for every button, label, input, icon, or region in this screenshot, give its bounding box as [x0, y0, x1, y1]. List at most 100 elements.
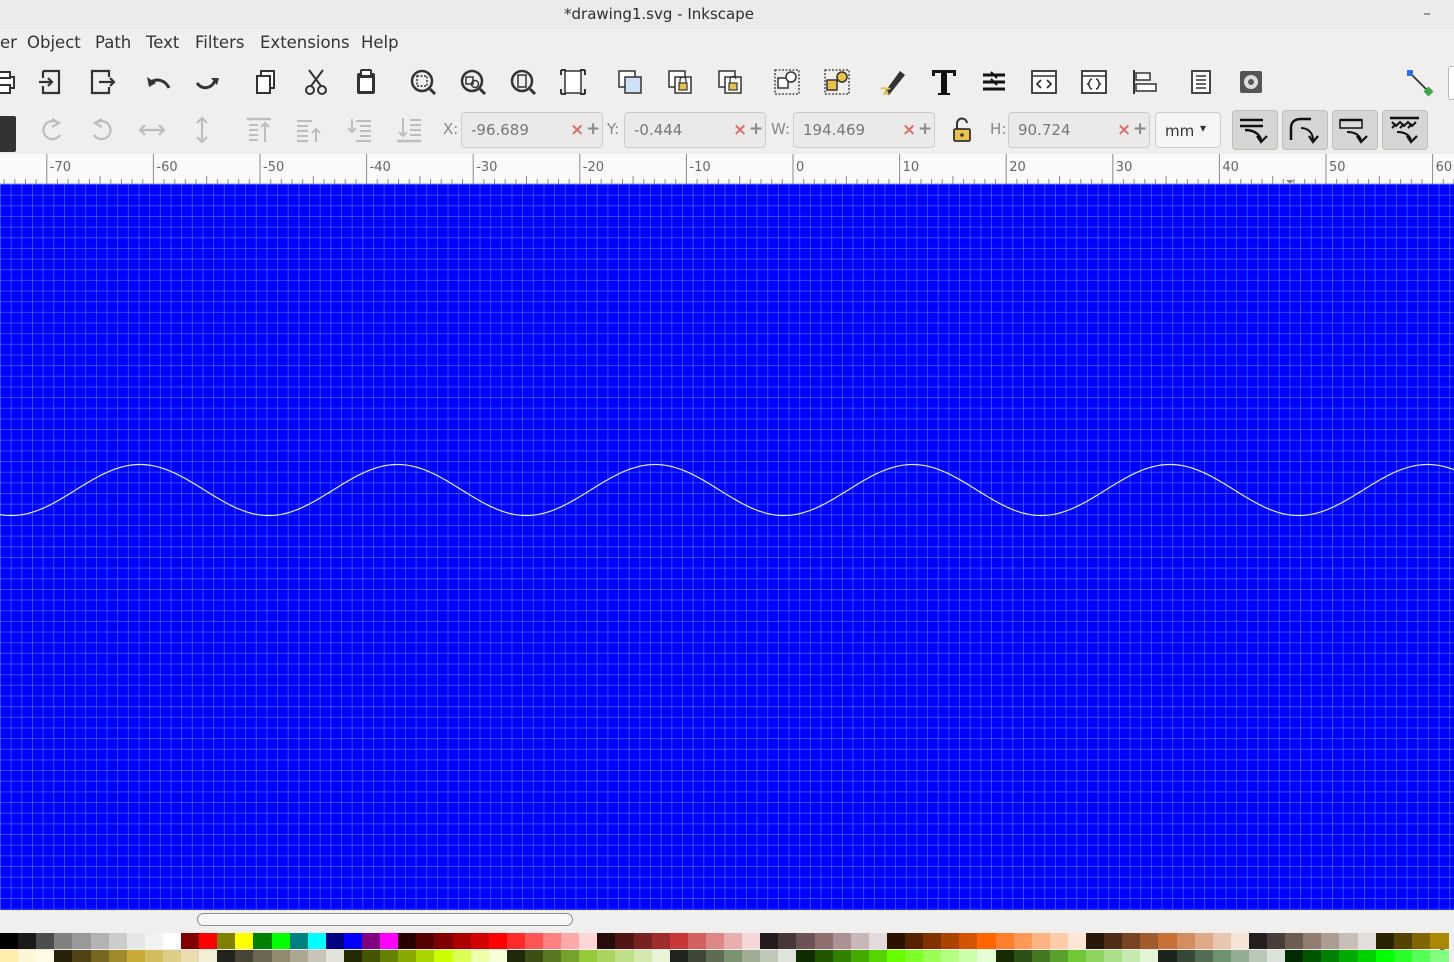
palette-swatch[interactable] [561, 933, 581, 949]
palette-swatch[interactable] [543, 933, 562, 949]
palette-swatch[interactable] [271, 950, 291, 962]
y-increment-button[interactable]: + [749, 120, 763, 138]
palette-swatch[interactable] [524, 933, 544, 949]
palette-swatch[interactable] [923, 933, 943, 949]
palette-swatch[interactable] [1031, 933, 1051, 949]
y-decrement-button[interactable]: × [733, 121, 747, 139]
zoom-page-width-button[interactable] [554, 64, 592, 100]
w-field[interactable]: 194.469 × + [793, 112, 935, 148]
x-decrement-button[interactable]: × [570, 121, 584, 139]
palette-swatch[interactable] [54, 950, 74, 962]
palette-swatch[interactable] [253, 950, 273, 962]
palette-swatch[interactable] [217, 933, 237, 949]
group-button[interactable] [768, 64, 806, 100]
palette-swatch[interactable] [307, 933, 327, 949]
menu-layer[interactable]: er [0, 33, 17, 52]
palette-swatch[interactable] [181, 933, 200, 949]
palette-swatch[interactable] [832, 950, 852, 962]
zoom-drawing-button[interactable] [454, 64, 492, 100]
palette-swatch[interactable] [1339, 933, 1359, 949]
unit-select[interactable]: mm ▾ [1155, 112, 1221, 148]
w-decrement-button[interactable]: × [902, 121, 916, 139]
raise-button[interactable] [290, 112, 328, 148]
zoom-page-button[interactable] [504, 64, 542, 100]
palette-swatch[interactable] [633, 950, 653, 962]
palette-swatch[interactable] [615, 950, 635, 962]
palette-swatch[interactable] [144, 950, 164, 962]
unlink-clone-button[interactable] [711, 64, 749, 100]
palette-swatch[interactable] [561, 950, 581, 962]
palette-swatch[interactable] [217, 950, 237, 962]
palette-swatch[interactable] [1049, 933, 1069, 949]
palette-swatch[interactable] [416, 933, 436, 949]
palette-swatch[interactable] [108, 950, 128, 962]
scale-stroke-toggle[interactable] [1232, 110, 1278, 150]
palette-swatch[interactable] [868, 933, 888, 949]
palette-swatch[interactable] [162, 950, 182, 962]
palette-swatch[interactable] [1176, 950, 1196, 962]
palette-swatch[interactable] [1176, 933, 1196, 949]
palette-swatch[interactable] [651, 950, 671, 962]
palette-swatch[interactable] [724, 933, 743, 949]
palette-swatch[interactable] [1194, 950, 1214, 962]
palette-swatch[interactable] [778, 950, 798, 962]
menu-extensions[interactable]: Extensions [260, 33, 350, 52]
palette-swatch[interactable] [1357, 950, 1377, 962]
palette-swatch[interactable] [452, 933, 472, 949]
palette-swatch[interactable] [1212, 950, 1232, 962]
palette-swatch[interactable] [325, 933, 345, 949]
palette-swatch[interactable] [959, 933, 979, 949]
palette-swatch[interactable] [705, 950, 725, 962]
palette-swatch[interactable] [651, 933, 671, 949]
horizontal-ruler[interactable]: -70 -60 -50 -40 -30 -20 -10 0 10 20 30 40 50 60 [0, 154, 1454, 184]
fill-stroke-button[interactable] [874, 64, 912, 100]
export-button[interactable] [83, 64, 121, 100]
palette-swatch[interactable] [434, 950, 454, 962]
palette-swatch[interactable] [398, 950, 418, 962]
palette-swatch[interactable] [144, 933, 164, 949]
palette-swatch[interactable] [742, 933, 762, 949]
palette-swatch[interactable] [1393, 950, 1413, 962]
palette-swatch[interactable] [1013, 950, 1033, 962]
palette-swatch[interactable] [416, 950, 436, 962]
palette-swatch[interactable] [742, 950, 762, 962]
palette-swatch[interactable] [126, 933, 146, 949]
snap-toggle-button[interactable] [1400, 64, 1438, 100]
palette-swatch[interactable] [778, 933, 798, 949]
palette-swatch[interactable] [543, 950, 562, 962]
horizontal-scrollbar[interactable] [0, 910, 1454, 930]
palette-swatch[interactable] [1429, 933, 1449, 949]
ungroup-button[interactable] [818, 64, 856, 100]
palette-swatch[interactable] [633, 933, 653, 949]
menu-object[interactable]: Object [27, 33, 81, 52]
palette-swatch[interactable] [1104, 950, 1124, 962]
palette-swatch[interactable] [488, 950, 508, 962]
palette-swatch[interactable] [1067, 950, 1087, 962]
palette-swatch[interactable] [90, 933, 110, 949]
palette-swatch[interactable] [579, 933, 599, 949]
palette-swatch[interactable] [760, 950, 780, 962]
palette-swatch[interactable] [941, 933, 961, 949]
palette-swatch[interactable] [506, 950, 526, 962]
palette-swatch[interactable] [1049, 950, 1069, 962]
palette-swatch[interactable] [579, 950, 599, 962]
palette-swatch[interactable] [470, 933, 490, 949]
x-field[interactable]: -96.689 × + [461, 112, 603, 148]
menu-filters[interactable]: Filters [195, 33, 244, 52]
preferences-button[interactable] [1232, 64, 1270, 100]
palette-swatch[interactable] [1321, 950, 1341, 962]
menu-text[interactable]: Text [146, 33, 179, 52]
palette-swatch[interactable] [886, 933, 906, 949]
document-properties-button[interactable] [1182, 64, 1220, 100]
palette-swatch[interactable] [1230, 933, 1250, 949]
palette-swatch[interactable] [814, 933, 834, 949]
palette-swatch[interactable] [1411, 933, 1431, 949]
palette-swatch[interactable] [905, 933, 924, 949]
transform-gradients-toggle[interactable] [1332, 110, 1378, 150]
cut-button[interactable] [297, 64, 335, 100]
palette-swatch[interactable] [1140, 950, 1160, 962]
palette-swatch[interactable] [687, 950, 707, 962]
import-button[interactable] [32, 64, 70, 100]
selectors-css-button[interactable] [1075, 64, 1113, 100]
palette-swatch[interactable] [724, 950, 743, 962]
